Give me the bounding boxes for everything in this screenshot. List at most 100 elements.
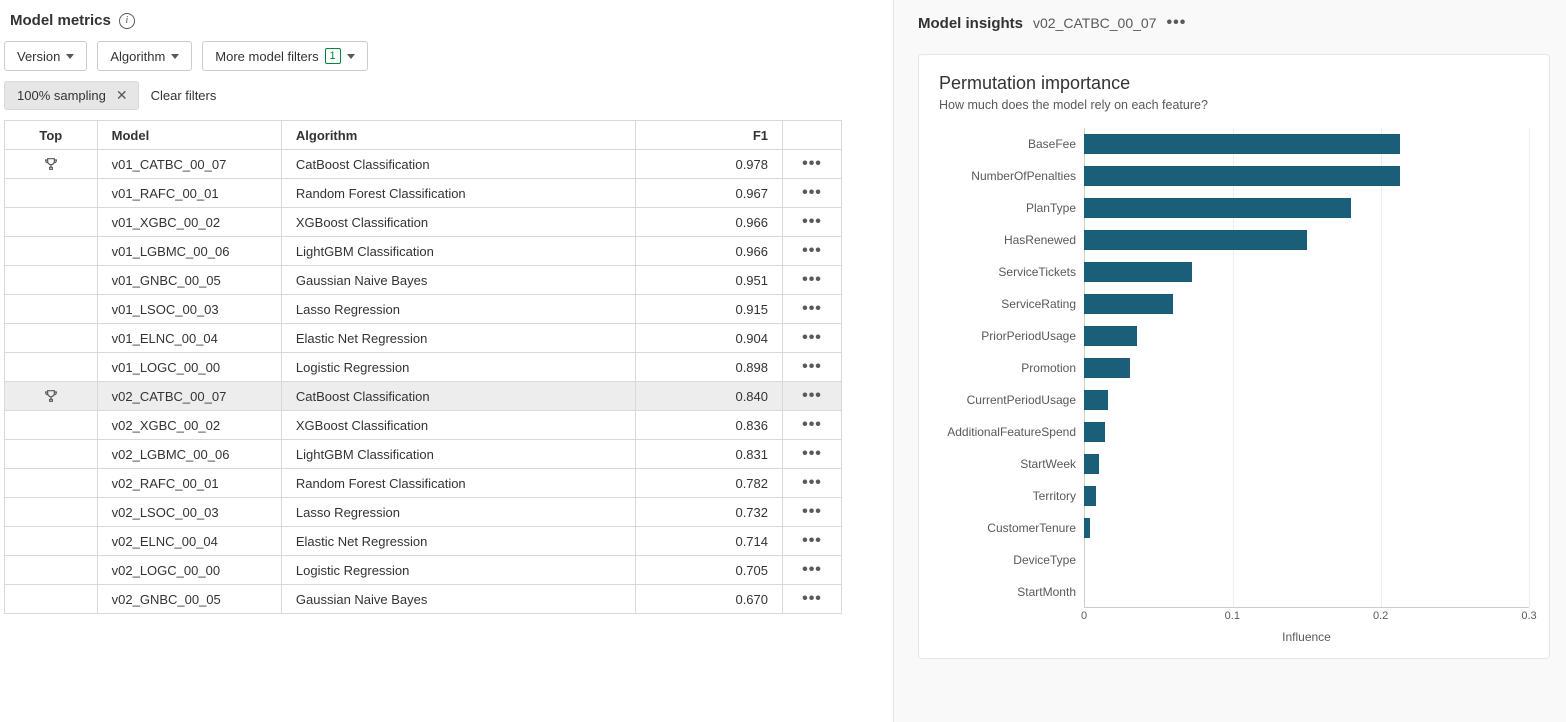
chart-bar (1084, 454, 1099, 474)
row-more-icon[interactable]: ••• (802, 155, 822, 173)
algorithm-cell: Elastic Net Regression (281, 527, 635, 556)
col-header-actions (783, 121, 842, 150)
col-header-top[interactable]: Top (5, 121, 98, 150)
algorithm-cell: XGBoost Classification (281, 411, 635, 440)
f1-cell: 0.831 (635, 440, 782, 469)
row-more-icon[interactable]: ••• (802, 561, 822, 579)
chart-category-label: HasRenewed (939, 224, 1084, 256)
table-row[interactable]: v01_XGBC_00_02XGBoost Classification0.96… (5, 208, 842, 237)
actions-cell: ••• (783, 498, 842, 527)
table-row[interactable]: v01_CATBC_00_07CatBoost Classification0.… (5, 150, 842, 179)
model-cell: v02_CATBC_00_07 (97, 382, 281, 411)
chart-bar-row (1084, 256, 1529, 288)
top-cell (5, 295, 98, 324)
algorithm-cell: Random Forest Classification (281, 179, 635, 208)
table-row[interactable]: v02_LSOC_00_03Lasso Regression0.732••• (5, 498, 842, 527)
page-title: Model metrics (10, 12, 111, 29)
clear-filters-link[interactable]: Clear filters (151, 88, 217, 103)
model-cell: v01_GNBC_00_05 (97, 266, 281, 295)
algorithm-cell: Random Forest Classification (281, 469, 635, 498)
chart-bar-row (1084, 192, 1529, 224)
row-more-icon[interactable]: ••• (802, 387, 822, 405)
table-row[interactable]: v02_XGBC_00_02XGBoost Classification0.83… (5, 411, 842, 440)
f1-cell: 0.840 (635, 382, 782, 411)
model-cell: v02_LOGC_00_00 (97, 556, 281, 585)
chart-title: Permutation importance (939, 73, 1529, 94)
row-more-icon[interactable]: ••• (802, 329, 822, 347)
row-more-icon[interactable]: ••• (802, 503, 822, 521)
table-row[interactable]: v02_CATBC_00_07CatBoost Classification0.… (5, 382, 842, 411)
algorithm-cell: Logistic Regression (281, 556, 635, 585)
chart-xlabel: Influence (939, 630, 1529, 644)
row-more-icon[interactable]: ••• (802, 416, 822, 434)
top-cell (5, 208, 98, 237)
row-more-icon[interactable]: ••• (802, 271, 822, 289)
actions-cell: ••• (783, 382, 842, 411)
chart-xtick: 0.3 (1521, 610, 1536, 622)
top-cell (5, 150, 98, 179)
close-icon[interactable]: ✕ (114, 87, 130, 104)
table-row[interactable]: v01_GNBC_00_05Gaussian Naive Bayes0.951•… (5, 266, 842, 295)
table-row[interactable]: v01_RAFC_00_01Random Forest Classificati… (5, 179, 842, 208)
version-filter-label: Version (17, 49, 60, 64)
col-header-f1[interactable]: F1 (635, 121, 782, 150)
insights-more-icon[interactable]: ••• (1166, 14, 1186, 32)
f1-cell: 0.904 (635, 324, 782, 353)
chevron-down-icon (347, 54, 355, 59)
table-row[interactable]: v02_LOGC_00_00Logistic Regression0.705••… (5, 556, 842, 585)
chevron-down-icon (66, 54, 74, 59)
algorithm-filter-button[interactable]: Algorithm (97, 41, 192, 71)
chart-bar (1084, 166, 1400, 186)
chart-category-label: ServiceRating (939, 288, 1084, 320)
row-more-icon[interactable]: ••• (802, 474, 822, 492)
f1-cell: 0.714 (635, 527, 782, 556)
model-cell: v02_XGBC_00_02 (97, 411, 281, 440)
more-filters-button[interactable]: More model filters 1 (202, 41, 367, 71)
chart-bar-row (1084, 384, 1529, 416)
row-more-icon[interactable]: ••• (802, 213, 822, 231)
chart-category-label: CurrentPeriodUsage (939, 384, 1084, 416)
algorithm-cell: XGBoost Classification (281, 208, 635, 237)
model-cell: v01_RAFC_00_01 (97, 179, 281, 208)
table-row[interactable]: v02_LGBMC_00_06LightGBM Classification0.… (5, 440, 842, 469)
table-row[interactable]: v01_LSOC_00_03Lasso Regression0.915••• (5, 295, 842, 324)
table-row[interactable]: v02_GNBC_00_05Gaussian Naive Bayes0.670•… (5, 585, 842, 614)
f1-cell: 0.836 (635, 411, 782, 440)
model-cell: v02_GNBC_00_05 (97, 585, 281, 614)
f1-cell: 0.782 (635, 469, 782, 498)
chart-bar-row (1084, 128, 1529, 160)
row-more-icon[interactable]: ••• (802, 590, 822, 608)
row-more-icon[interactable]: ••• (802, 532, 822, 550)
actions-cell: ••• (783, 411, 842, 440)
top-cell (5, 266, 98, 295)
actions-cell: ••• (783, 353, 842, 382)
table-row[interactable]: v02_RAFC_00_01Random Forest Classificati… (5, 469, 842, 498)
chart-bar-row (1084, 448, 1529, 480)
version-filter-button[interactable]: Version (4, 41, 87, 71)
algorithm-cell: Lasso Regression (281, 498, 635, 527)
top-cell (5, 440, 98, 469)
row-more-icon[interactable]: ••• (802, 445, 822, 463)
chart-category-label: PlanType (939, 192, 1084, 224)
table-row[interactable]: v01_LGBMC_00_06LightGBM Classification0.… (5, 237, 842, 266)
table-row[interactable]: v01_LOGC_00_00Logistic Regression0.898••… (5, 353, 842, 382)
table-row[interactable]: v02_ELNC_00_04Elastic Net Regression0.71… (5, 527, 842, 556)
info-icon[interactable]: i (119, 13, 135, 29)
row-more-icon[interactable]: ••• (802, 242, 822, 260)
chart-category-label: CustomerTenure (939, 512, 1084, 544)
model-cell: v02_RAFC_00_01 (97, 469, 281, 498)
permutation-importance-card: Permutation importance How much does the… (918, 54, 1550, 659)
top-cell (5, 324, 98, 353)
table-row[interactable]: v01_ELNC_00_04Elastic Net Regression0.90… (5, 324, 842, 353)
row-more-icon[interactable]: ••• (802, 184, 822, 202)
actions-cell: ••• (783, 237, 842, 266)
row-more-icon[interactable]: ••• (802, 358, 822, 376)
chart-category-label: DeviceType (939, 544, 1084, 576)
sampling-chip[interactable]: 100% sampling ✕ (4, 81, 139, 110)
chart-bar (1084, 294, 1173, 314)
chart-category-label: ServiceTickets (939, 256, 1084, 288)
col-header-model[interactable]: Model (97, 121, 281, 150)
row-more-icon[interactable]: ••• (802, 300, 822, 318)
filter-bar: Version Algorithm More model filters 1 (2, 41, 893, 81)
col-header-algorithm[interactable]: Algorithm (281, 121, 635, 150)
